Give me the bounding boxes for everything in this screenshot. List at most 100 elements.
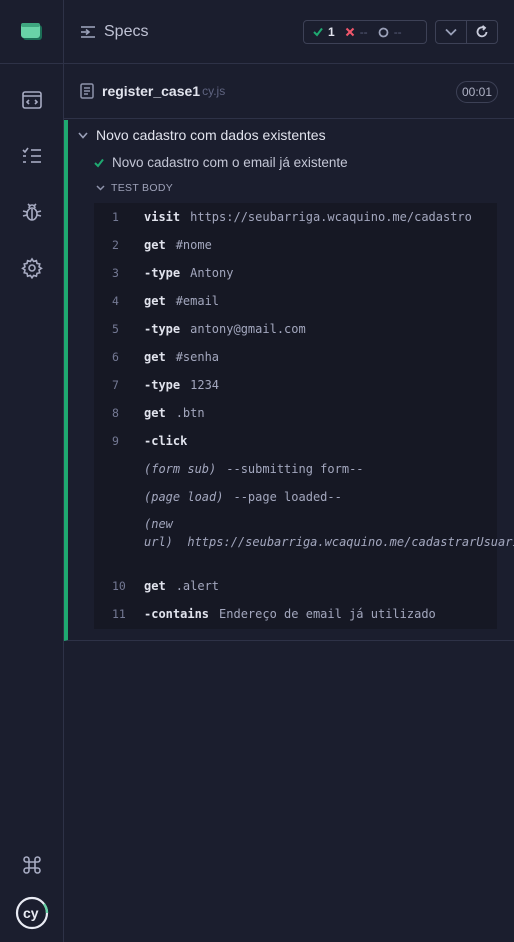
event-message: https://seubarriga.wcaquino.me/cadastrar… <box>187 535 514 549</box>
command-name: get <box>144 406 166 420</box>
nav-debug[interactable] <box>0 184 64 240</box>
svg-text:cy: cy <box>23 905 39 921</box>
spec-name: register_case1 <box>102 83 201 99</box>
command-row[interactable]: 9 -click <box>94 427 497 455</box>
command-number: 11 <box>112 607 126 621</box>
command-name: -type <box>144 322 181 336</box>
event-name: (new url) <box>144 517 173 549</box>
command-message: .alert <box>175 579 220 593</box>
failed-stat: -- <box>345 25 368 39</box>
reporter-panel: Specs 1 -- -- register_case1 cy.js 00:01… <box>64 0 514 942</box>
event-row[interactable]: (form sub) --submitting form-- <box>94 455 497 483</box>
specs-label: Specs <box>104 23 149 40</box>
test-header[interactable]: Novo cadastro com o email já existente <box>94 155 348 170</box>
test-title: Novo cadastro com o email já existente <box>112 155 348 170</box>
suite-title: Novo cadastro com dados existentes <box>96 127 326 143</box>
pending-stat: -- <box>378 25 402 39</box>
command-number: 9 <box>112 434 119 448</box>
failed-count: -- <box>359 25 368 39</box>
spec-bar: register_case1 cy.js 00:01 <box>64 65 514 119</box>
command-message: #senha <box>175 350 220 364</box>
command-row[interactable]: 8 get .btn <box>94 399 497 427</box>
gear-icon <box>21 257 43 279</box>
cypress-logo-icon: cy <box>15 896 49 930</box>
command-message: Antony <box>190 266 234 280</box>
command-number: 6 <box>112 350 119 364</box>
command-name: -click <box>144 434 188 448</box>
event-message: --page loaded-- <box>233 490 342 504</box>
event-message: --submitting form-- <box>226 462 364 476</box>
command-name: -type <box>144 266 181 280</box>
spec-extension: cy.js <box>202 84 226 98</box>
nav-settings[interactable] <box>0 240 64 296</box>
test-stats: 1 -- -- <box>303 20 427 44</box>
command-number: 7 <box>112 378 119 392</box>
test-suite: Novo cadastro com dados existentes Novo … <box>64 120 514 641</box>
nav-runner[interactable] <box>0 72 64 128</box>
suite-header[interactable]: Novo cadastro com dados existentes <box>78 127 326 143</box>
command-key-icon <box>23 856 41 874</box>
passed-count: 1 <box>328 25 335 39</box>
chevron-down-icon <box>78 131 88 139</box>
command-row[interactable]: 4 get #email <box>94 287 497 315</box>
command-number: 4 <box>112 294 119 308</box>
refresh-icon <box>476 25 488 38</box>
command-number: 1 <box>112 210 119 224</box>
command-number: 5 <box>112 322 119 336</box>
header-controls <box>435 20 498 44</box>
test-body-label: TEST BODY <box>111 182 174 194</box>
command-message: .btn <box>175 406 205 420</box>
chevron-down-icon <box>96 185 105 191</box>
command-row[interactable]: 2 get #nome <box>94 231 497 259</box>
command-row[interactable]: 7 -type 1234 <box>94 371 497 399</box>
command-row[interactable]: 10 get .alert <box>94 572 497 600</box>
chevron-down-icon <box>445 28 457 36</box>
command-name: -contains <box>144 607 210 621</box>
spec-file[interactable]: register_case1 cy.js <box>80 83 225 99</box>
command-row[interactable]: 6 get #senha <box>94 343 497 371</box>
event-name: (page load) <box>144 490 224 504</box>
command-number: 8 <box>112 406 119 420</box>
cypress-logo[interactable]: cy <box>0 885 64 941</box>
document-icon <box>80 83 94 99</box>
command-name: visit <box>144 210 181 224</box>
reporter-header: Specs 1 -- -- <box>64 0 514 64</box>
command-message: #email <box>175 294 220 308</box>
command-name: get <box>144 579 166 593</box>
test-body-toggle[interactable]: TEST BODY <box>96 182 173 194</box>
command-name: get <box>144 238 166 252</box>
app-logo[interactable] <box>0 0 64 64</box>
command-message: https://seubarriga.wcaquino.me/cadastro <box>190 210 472 224</box>
command-row[interactable]: 11 -contains Endereço de email já utiliz… <box>94 600 497 628</box>
pending-circle-icon <box>378 27 389 37</box>
event-name: (form sub) <box>144 462 217 476</box>
command-row[interactable]: 1 visit https://seubarriga.wcaquino.me/c… <box>94 203 497 231</box>
command-number: 3 <box>112 266 119 280</box>
nav-specs[interactable] <box>0 128 64 184</box>
pending-count: -- <box>393 25 402 39</box>
bug-icon <box>22 203 42 221</box>
command-row[interactable]: 5 -type antony@gmail.com <box>94 315 497 343</box>
event-row-new-url[interactable]: (new url) https://seubarriga.wcaquino.me… <box>144 515 514 551</box>
collapse-all-button[interactable] <box>436 21 467 43</box>
command-message: Endereço de email já utilizado <box>219 607 436 621</box>
check-icon <box>94 158 104 168</box>
duration-badge: 00:01 <box>456 81 498 103</box>
command-name: get <box>144 294 166 308</box>
command-message: 1234 <box>190 378 220 392</box>
command-number: 2 <box>112 238 119 252</box>
command-number: 10 <box>112 579 126 593</box>
event-row[interactable]: (page load) --page loaded-- <box>94 483 497 511</box>
specs-toggle[interactable]: Specs <box>80 20 148 44</box>
command-message: antony@gmail.com <box>190 322 306 336</box>
passed-stat: 1 <box>313 25 335 39</box>
sidebar: cy <box>0 0 64 942</box>
command-name: get <box>144 350 166 364</box>
list-icon <box>22 147 41 163</box>
command-row[interactable]: 3 -type Antony <box>94 259 497 287</box>
check-icon <box>313 27 323 37</box>
browser-icon <box>22 91 42 109</box>
menu-arrow-icon <box>81 26 95 38</box>
rerun-button[interactable] <box>467 21 497 43</box>
command-message: #nome <box>175 238 212 252</box>
